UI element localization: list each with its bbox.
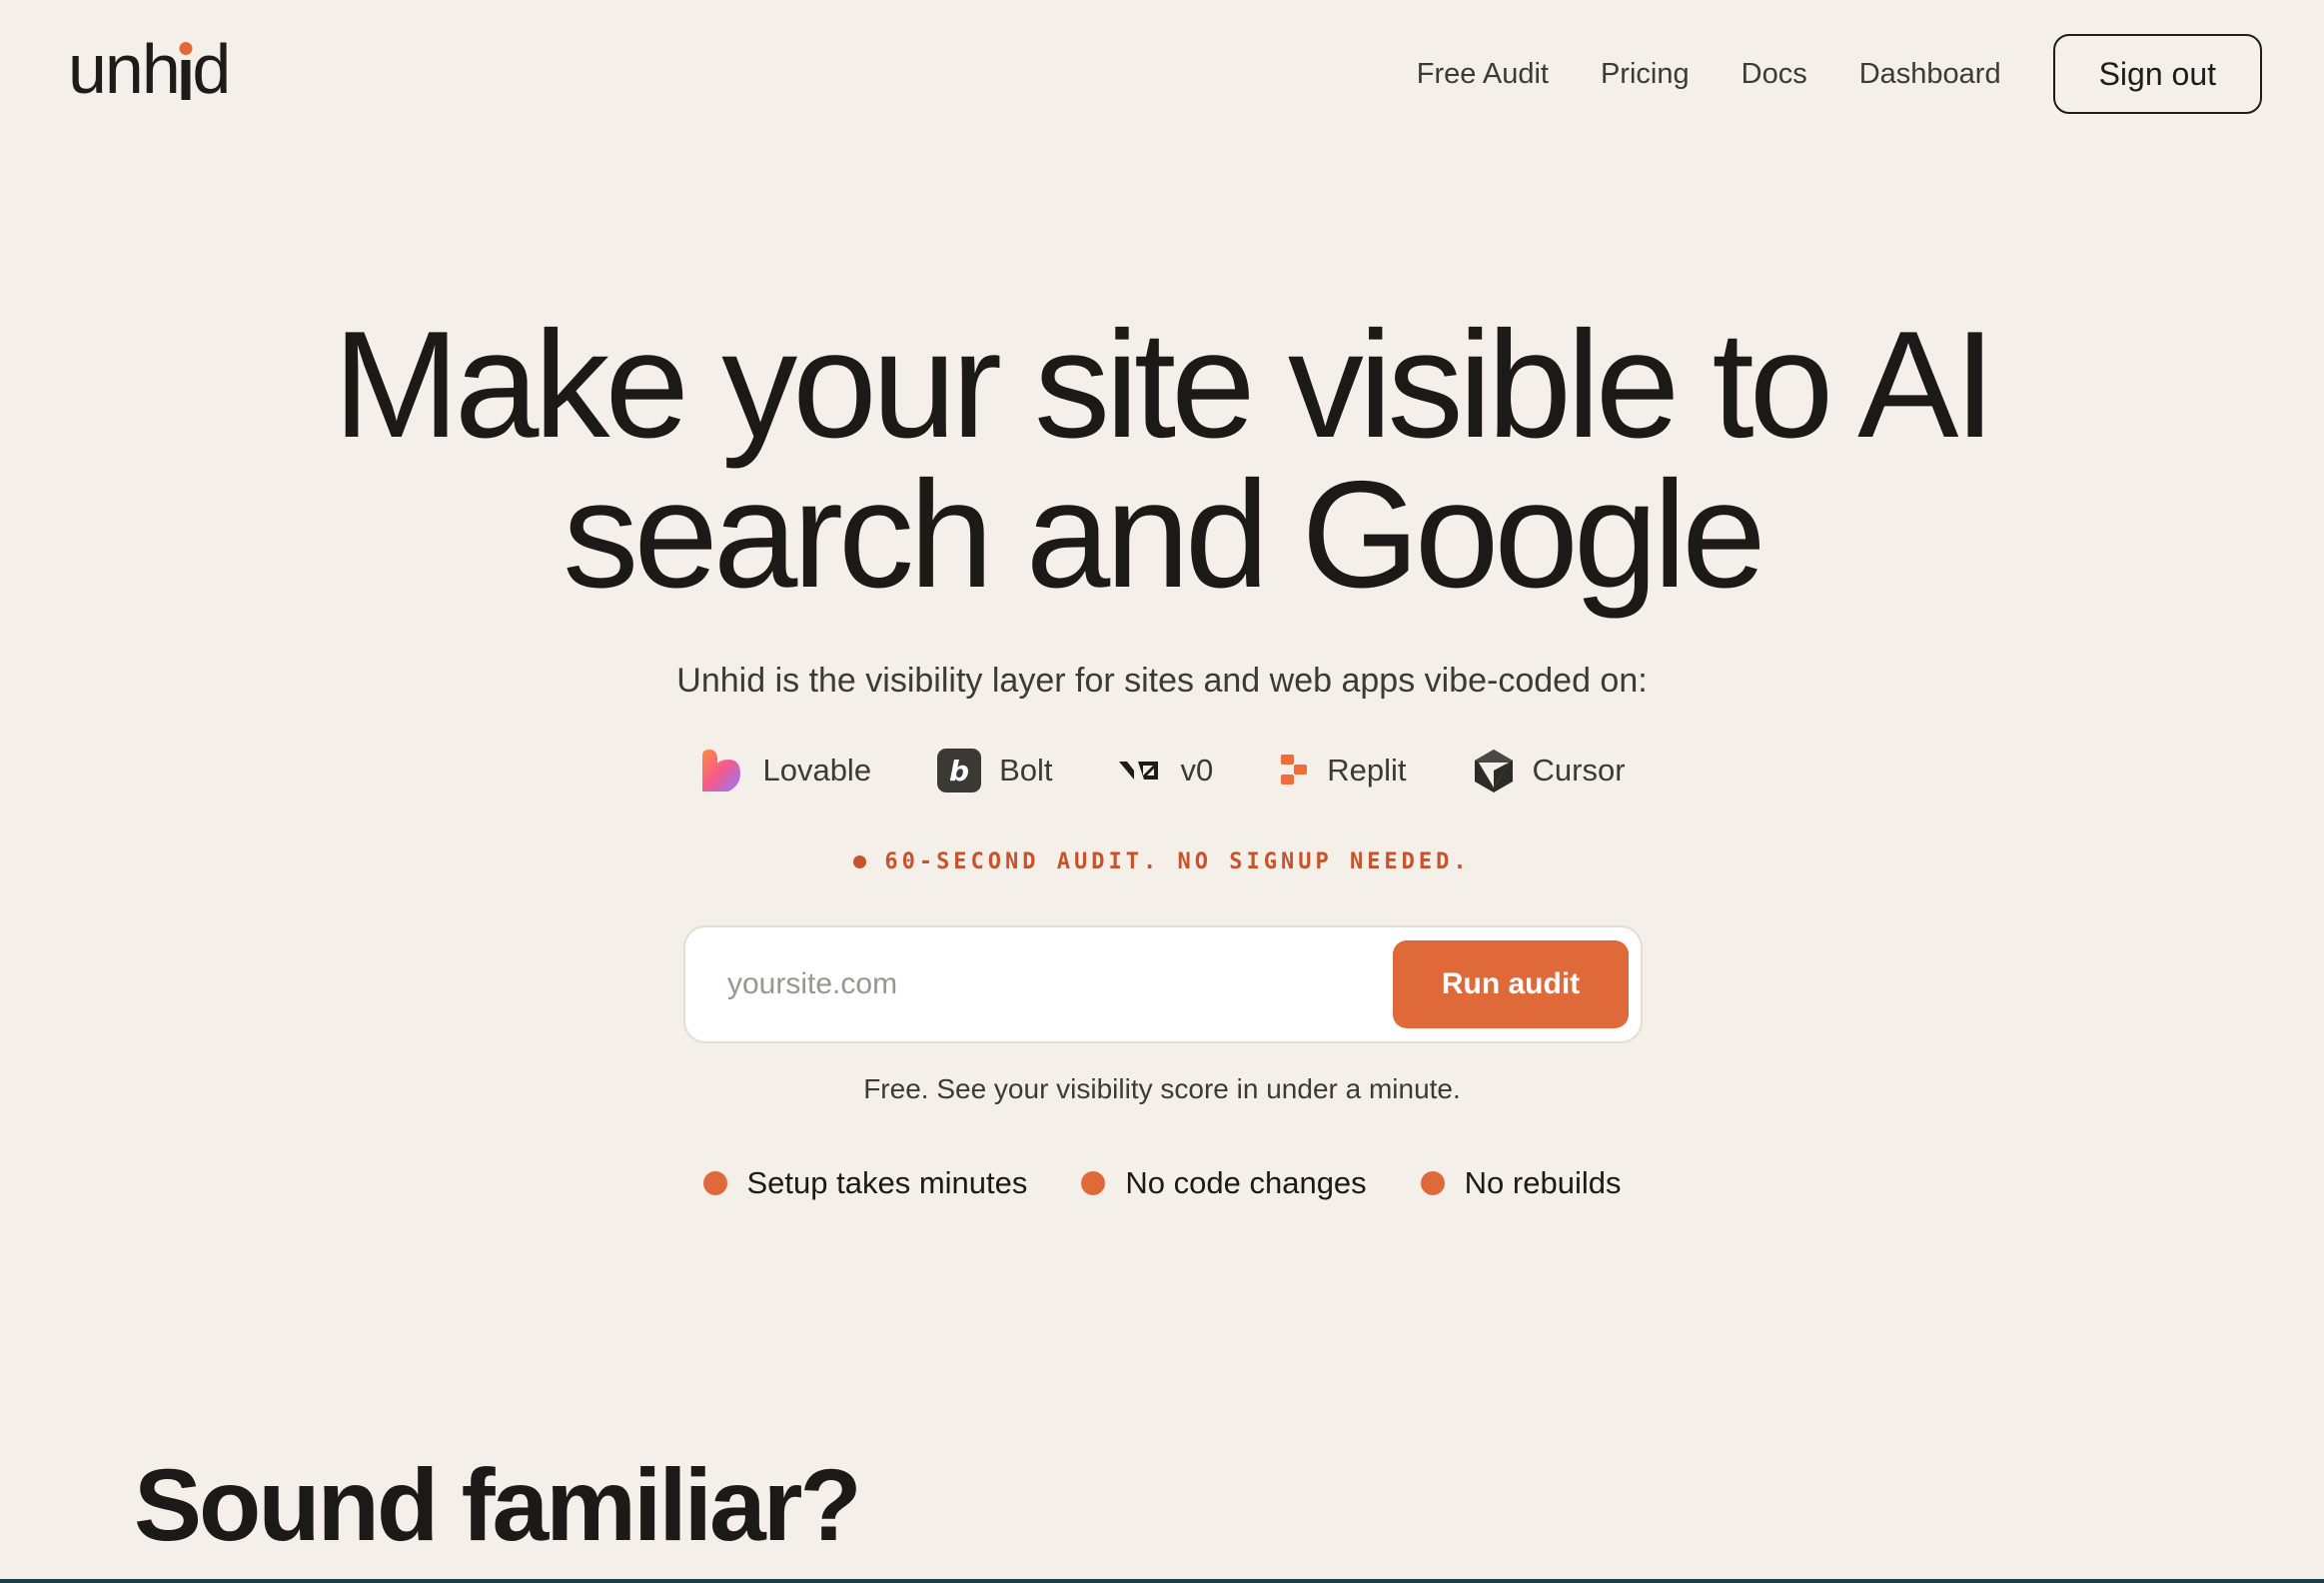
platform-list: Lovable b Bolt v0 Replit Cursor bbox=[0, 748, 2324, 793]
platform-bolt: b Bolt bbox=[937, 749, 1052, 792]
lovable-heart-icon bbox=[698, 748, 744, 793]
bullet-dot-icon bbox=[1081, 1171, 1106, 1195]
free-note: Free. See your visibility score in under… bbox=[863, 1073, 1461, 1104]
run-audit-button[interactable]: Run audit bbox=[1393, 940, 1629, 1028]
platform-lovable: Lovable bbox=[698, 748, 871, 793]
site-url-input[interactable] bbox=[727, 967, 1393, 1001]
section-title: Sound familiar? bbox=[134, 1448, 862, 1562]
platform-label: Bolt bbox=[999, 753, 1053, 788]
benefit-label: Setup takes minutes bbox=[746, 1165, 1028, 1200]
bullet-dot-icon bbox=[1420, 1171, 1445, 1195]
logo-dot-icon bbox=[179, 42, 193, 55]
status-dot-icon bbox=[853, 855, 867, 868]
nav-free-audit[interactable]: Free Audit bbox=[1417, 58, 1549, 91]
landing-page: unhid Free Audit Pricing Docs Dashboard … bbox=[0, 0, 2324, 1583]
benefit-item: No code changes bbox=[1081, 1165, 1367, 1201]
hero-title: Make your site visible to AI search and … bbox=[0, 300, 2324, 620]
logo[interactable]: unhid bbox=[68, 34, 231, 104]
hero-title-line-1: Make your site visible to AI bbox=[333, 300, 1995, 470]
platform-v0: v0 bbox=[1118, 753, 1213, 789]
v0-icon bbox=[1118, 757, 1162, 785]
nav-docs[interactable]: Docs bbox=[1742, 58, 1807, 91]
nav-pricing[interactable]: Pricing bbox=[1601, 58, 1690, 91]
bullet-dot-icon bbox=[702, 1171, 727, 1195]
audit-form: Run audit bbox=[683, 925, 1643, 1043]
tagline-text: 60-SECOND AUDIT. NO SIGNUP NEEDED. bbox=[884, 849, 1471, 874]
platform-label: Lovable bbox=[762, 753, 872, 788]
cursor-cube-icon bbox=[1473, 748, 1515, 793]
benefit-item: Setup takes minutes bbox=[702, 1165, 1028, 1201]
top-nav: Free Audit Pricing Docs Dashboard Sign o… bbox=[1417, 34, 2262, 114]
nav-dashboard[interactable]: Dashboard bbox=[1859, 58, 2001, 91]
platform-cursor: Cursor bbox=[1473, 748, 1626, 793]
benefit-item: No rebuilds bbox=[1420, 1165, 1622, 1201]
hero-title-line-2: search and Google bbox=[563, 450, 1765, 620]
replit-icon bbox=[1279, 753, 1309, 789]
section-divider bbox=[0, 1579, 2324, 1583]
hero-subtitle: Unhid is the visibility layer for sites … bbox=[676, 662, 1648, 700]
sign-out-button[interactable]: Sign out bbox=[2052, 34, 2262, 114]
svg-text:b: b bbox=[949, 755, 969, 788]
benefit-list: Setup takes minutes No code changes No r… bbox=[0, 1165, 2324, 1201]
platform-label: Cursor bbox=[1532, 753, 1626, 788]
tagline: 60-SECOND AUDIT. NO SIGNUP NEEDED. bbox=[0, 849, 2324, 874]
platform-replit: Replit bbox=[1279, 753, 1407, 789]
benefit-label: No code changes bbox=[1125, 1165, 1367, 1200]
benefit-label: No rebuilds bbox=[1464, 1165, 1622, 1200]
platform-label: v0 bbox=[1180, 753, 1214, 788]
platform-label: Replit bbox=[1327, 753, 1407, 788]
logo-text: unhid bbox=[68, 30, 231, 108]
bolt-icon: b bbox=[937, 749, 982, 792]
